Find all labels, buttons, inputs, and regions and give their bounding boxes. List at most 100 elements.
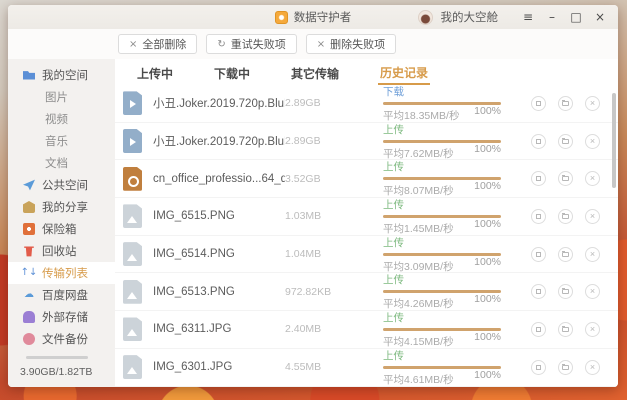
transfer-arrows-icon: ↑↓ xyxy=(23,267,35,279)
progress-block: 上传 平均1.45MB/秒100% xyxy=(383,197,501,236)
tab-uploading[interactable]: 上传中 xyxy=(135,61,175,84)
sidebar-label: 传输列表 xyxy=(42,265,88,281)
sidebar-label: 文件备份 xyxy=(42,331,88,347)
delete-button[interactable]: × xyxy=(585,360,600,375)
maximize-icon[interactable]: □ xyxy=(568,10,584,24)
sidebar-item-videos[interactable]: 视频 xyxy=(8,108,115,130)
cloud-icon: ☁ xyxy=(23,289,35,301)
delete-failed-button[interactable]: × 删除失败项 xyxy=(306,34,396,54)
transfer-row[interactable]: IMG_6513.PNG 972.82KB 上传 平均4.26MB/秒100% … xyxy=(115,273,618,311)
content-area: 上传中 下载中 其它传输 历史记录 小丑.Joker.2019.720p.Blu… xyxy=(115,59,618,387)
open-folder-button[interactable] xyxy=(558,209,573,224)
file-name: IMG_6311.JPG xyxy=(153,323,285,335)
iso-file-icon xyxy=(123,167,142,191)
open-file-button[interactable] xyxy=(531,209,546,224)
sidebar-label: 图片 xyxy=(45,89,68,105)
delete-all-button[interactable]: × 全部删除 xyxy=(118,34,197,54)
percent-label: 100% xyxy=(474,369,501,381)
transfer-row[interactable]: IMG_6301.JPG 4.55MB 上传 平均4.61MB/秒100% × xyxy=(115,349,618,387)
transfer-tabs: 上传中 下载中 其它传输 历史记录 xyxy=(115,59,618,85)
folder-glyph-icon xyxy=(562,289,569,294)
progress-block: 上传 平均8.07MB/秒100% xyxy=(383,159,501,198)
open-folder-button[interactable] xyxy=(558,171,573,186)
percent-label: 100% xyxy=(474,105,501,117)
app-title: 数据守护者 xyxy=(294,9,352,25)
sidebar-item-my-space[interactable]: 我的空间 xyxy=(8,64,115,86)
tab-downloading[interactable]: 下载中 xyxy=(212,61,252,84)
percent-label: 100% xyxy=(474,256,501,268)
scrollbar[interactable] xyxy=(612,93,616,188)
image-file-icon xyxy=(123,280,142,304)
user-space-label[interactable]: 我的大空舱 xyxy=(441,9,499,25)
file-size: 1.03MB xyxy=(285,210,355,222)
sidebar-item-my-shares[interactable]: 我的分享 xyxy=(8,196,115,218)
image-file-icon xyxy=(123,242,142,266)
file-name: cn_office_professio...64_dvd_5e5be643.is… xyxy=(153,173,285,185)
trash-icon xyxy=(23,245,35,257)
open-file-button[interactable] xyxy=(531,284,546,299)
file-name: 小丑.Joker.2019.720p.BluRay.x264.AC3.mkv xyxy=(153,95,285,111)
delete-all-label: 全部删除 xyxy=(142,36,186,52)
transfer-row[interactable]: IMG_6515.PNG 1.03MB 上传 平均1.45MB/秒100% × xyxy=(115,198,618,236)
sidebar-item-safe-box[interactable]: 保险箱 xyxy=(8,218,115,240)
open-file-button[interactable] xyxy=(531,360,546,375)
delete-button[interactable]: × xyxy=(585,209,600,224)
open-folder-button[interactable] xyxy=(558,360,573,375)
open-folder-button[interactable] xyxy=(558,284,573,299)
share-icon xyxy=(23,201,35,213)
transfer-list: 小丑.Joker.2019.720p.BluRay.x264.AC3.mkv 2… xyxy=(115,85,618,387)
file-size: 2.40MB xyxy=(285,323,355,335)
app-logo-icon xyxy=(275,11,288,24)
retry-failed-button[interactable]: ↻ 重试失败项 xyxy=(206,34,296,54)
transfer-row[interactable]: cn_office_professio...64_dvd_5e5be643.is… xyxy=(115,160,618,198)
transfer-row[interactable]: 小丑.Joker.2019.720p.BluRay.x264.AC3.mkv 2… xyxy=(115,85,618,123)
open-folder-button[interactable] xyxy=(558,247,573,262)
file-glyph-icon xyxy=(536,289,541,294)
sidebar-item-pictures[interactable]: 图片 xyxy=(8,86,115,108)
sidebar-item-documents[interactable]: 文档 xyxy=(8,152,115,174)
open-file-button[interactable] xyxy=(531,247,546,262)
percent-label: 100% xyxy=(474,331,501,343)
open-folder-button[interactable] xyxy=(558,134,573,149)
sidebar-label: 保险箱 xyxy=(42,221,77,237)
open-folder-button[interactable] xyxy=(558,96,573,111)
minimize-icon[interactable]: – xyxy=(544,10,560,24)
delete-button[interactable]: × xyxy=(585,171,600,186)
sidebar-item-baidu-netdisk[interactable]: ☁ 百度网盘 xyxy=(8,284,115,306)
file-name: 小丑.Joker.2019.720p.BluRay.x264.AC3.mkv xyxy=(153,133,285,149)
file-glyph-icon xyxy=(536,176,541,181)
open-file-button[interactable] xyxy=(531,96,546,111)
delete-button[interactable]: × xyxy=(585,134,600,149)
open-file-button[interactable] xyxy=(531,134,546,149)
x-icon: × xyxy=(317,39,325,50)
delete-button[interactable]: × xyxy=(585,247,600,262)
sidebar-item-recycle-bin[interactable]: 回收站 xyxy=(8,240,115,262)
close-icon[interactable]: × xyxy=(592,10,608,24)
menu-icon[interactable]: ≡ xyxy=(520,10,536,24)
sidebar-item-transfer-list[interactable]: ↑↓ 传输列表 xyxy=(8,262,115,284)
open-file-button[interactable] xyxy=(531,171,546,186)
progress-block: 上传 平均4.26MB/秒100% xyxy=(383,272,501,311)
transfer-row[interactable]: 小丑.Joker.2019.720p.BluRay.x264.AC3.mkv 2… xyxy=(115,123,618,161)
delete-button[interactable]: × xyxy=(585,284,600,299)
open-file-button[interactable] xyxy=(531,322,546,337)
sidebar-item-music[interactable]: 音乐 xyxy=(8,130,115,152)
transfer-row[interactable]: IMG_6311.JPG 2.40MB 上传 平均4.15MB/秒100% × xyxy=(115,311,618,349)
sidebar-item-file-backup[interactable]: 文件备份 xyxy=(8,328,115,350)
refresh-icon: ↻ xyxy=(217,39,225,50)
backup-icon xyxy=(23,333,35,345)
sidebar-item-public-space[interactable]: 公共空间 xyxy=(8,174,115,196)
tab-history[interactable]: 历史记录 xyxy=(378,60,430,85)
open-folder-button[interactable] xyxy=(558,322,573,337)
sidebar-label: 外部存储 xyxy=(42,309,88,325)
direction-label: 上传 xyxy=(383,272,501,287)
tab-other-transfers[interactable]: 其它传输 xyxy=(289,61,341,84)
delete-button[interactable]: × xyxy=(585,322,600,337)
progress-block: 上传 平均7.62MB/秒100% xyxy=(383,122,501,161)
delete-button[interactable]: × xyxy=(585,96,600,111)
transfer-row[interactable]: IMG_6514.PNG 1.04MB 上传 平均3.09MB/秒100% × xyxy=(115,236,618,274)
sidebar-item-external-storage[interactable]: 外部存储 xyxy=(8,306,115,328)
file-name: IMG_6301.JPG xyxy=(153,361,285,373)
avg-speed: 平均4.61MB/秒 xyxy=(383,372,454,387)
user-avatar[interactable] xyxy=(418,10,433,25)
